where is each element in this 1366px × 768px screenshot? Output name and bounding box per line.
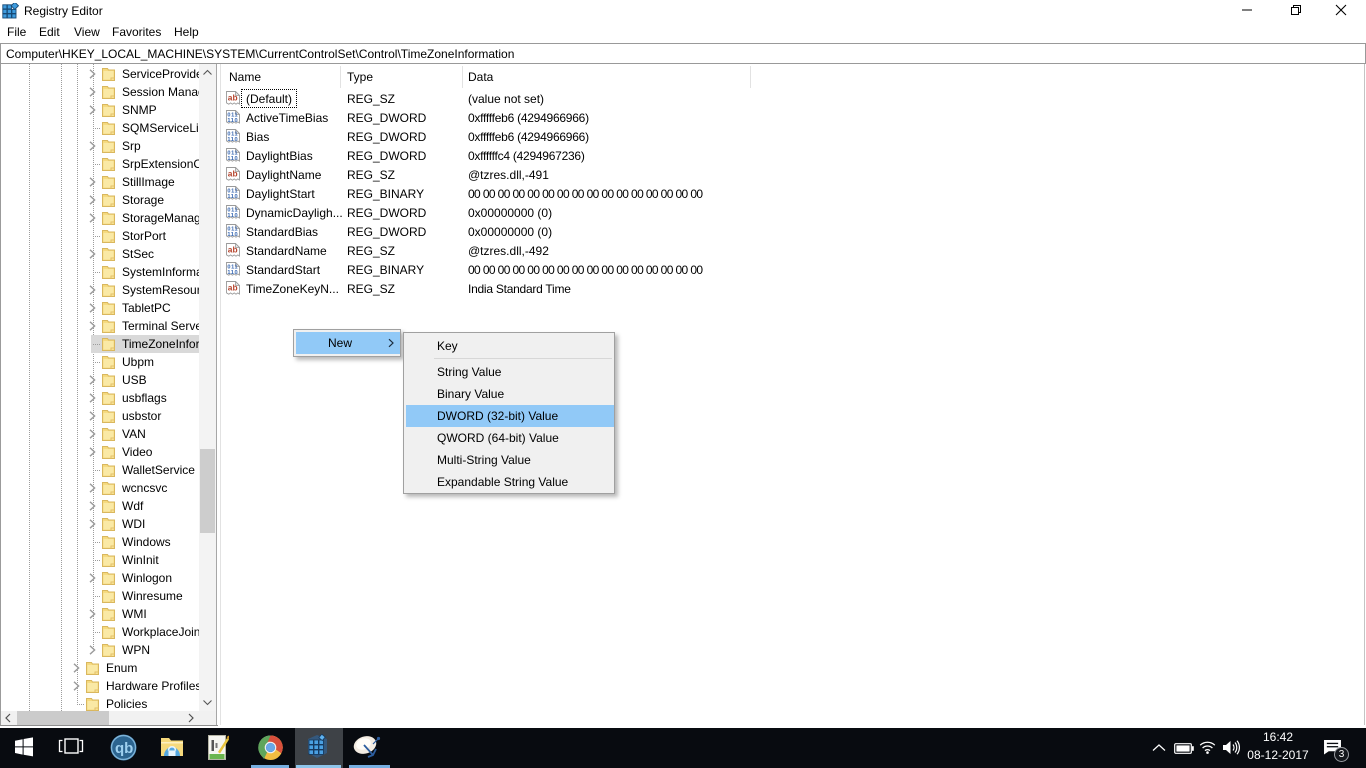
- svg-text:ab: ab: [228, 92, 238, 102]
- svg-text:ab: ab: [228, 244, 238, 254]
- svg-text:ab: ab: [228, 282, 238, 292]
- svg-text:110: 110: [227, 118, 238, 124]
- svg-text:110: 110: [227, 270, 238, 276]
- svg-text:qb: qb: [115, 740, 133, 757]
- svg-text:110: 110: [227, 232, 238, 238]
- svg-text:110: 110: [227, 156, 238, 162]
- svg-text:ab: ab: [228, 168, 238, 178]
- svg-text:110: 110: [227, 213, 238, 219]
- svg-text:110: 110: [227, 137, 238, 143]
- svg-text:110: 110: [227, 194, 238, 200]
